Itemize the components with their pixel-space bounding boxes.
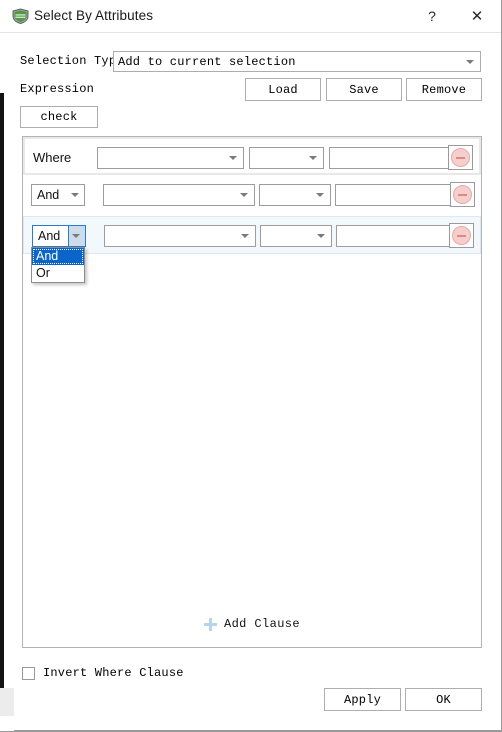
table-row[interactable]: Where	[23, 137, 481, 175]
select-by-attributes-icon	[12, 8, 29, 25]
add-clause-label: Add Clause	[223, 617, 300, 631]
clause-connector-value: And	[38, 229, 61, 243]
clause-value-dropdown[interactable]	[335, 184, 467, 206]
table-row[interactable]: And And Or	[23, 216, 481, 283]
clause-operator-dropdown[interactable]	[260, 225, 332, 247]
connector-dropdown-list[interactable]: And Or	[31, 247, 85, 283]
close-button[interactable]: ✕	[454, 0, 500, 31]
table-row[interactable]: And	[23, 176, 481, 214]
connector-dropdown-button[interactable]	[67, 185, 84, 205]
chevron-down-icon	[72, 234, 80, 238]
remove-clause-button[interactable]	[450, 182, 475, 207]
remove-clause-button[interactable]	[448, 145, 473, 170]
chevron-down-icon	[241, 234, 249, 238]
dropdown-option-or[interactable]: Or	[32, 265, 84, 282]
checkbox-box[interactable]	[22, 666, 35, 680]
clause-panel: Where And And And Or Add Clause	[22, 136, 482, 648]
load-button[interactable]: Load	[245, 78, 321, 101]
clause-field-dropdown[interactable]	[103, 184, 255, 206]
minus-circle-icon	[451, 148, 470, 167]
clause-connector-value: And	[37, 188, 60, 202]
window-bottom-edge	[14, 730, 501, 731]
selection-type-label: Selection Type	[20, 54, 124, 68]
remove-button[interactable]: Remove	[406, 78, 482, 101]
clause-field-dropdown[interactable]	[104, 225, 256, 247]
title-bar: Select By Attributes ? ✕	[0, 0, 501, 33]
minus-circle-icon	[452, 226, 471, 245]
window-left-gutter	[0, 93, 4, 688]
expression-label: Expression	[20, 82, 95, 96]
window-left-gutter-bottom	[0, 688, 14, 716]
chevron-down-icon	[316, 193, 324, 197]
add-clause-button[interactable]: Add Clause	[23, 617, 481, 631]
chevron-down-icon	[229, 156, 237, 160]
clause-connector-dropdown[interactable]: And	[32, 225, 86, 247]
chevron-down-icon	[240, 193, 248, 197]
clause-connector-label: Where	[33, 150, 72, 165]
check-button[interactable]: check	[20, 106, 98, 128]
chevron-down-icon	[309, 156, 317, 160]
clause-field-dropdown[interactable]	[97, 147, 244, 169]
help-button[interactable]: ?	[409, 0, 455, 31]
window-title: Select By Attributes	[34, 8, 154, 23]
minus-circle-icon	[453, 185, 472, 204]
invert-where-clause-checkbox[interactable]: Invert Where Clause	[22, 666, 184, 680]
dropdown-option-and[interactable]: And	[32, 248, 84, 265]
clause-operator-dropdown[interactable]	[249, 147, 324, 169]
selection-type-dropdown[interactable]: Add to current selection	[113, 51, 481, 72]
chevron-down-icon	[71, 193, 79, 197]
clause-connector-dropdown[interactable]: And	[31, 184, 85, 206]
clause-operator-dropdown[interactable]	[259, 184, 331, 206]
save-button[interactable]: Save	[326, 78, 402, 101]
plus-icon	[203, 617, 217, 631]
selection-type-value: Add to current selection	[118, 55, 296, 69]
chevron-down-icon	[466, 59, 474, 64]
invert-where-clause-label: Invert Where Clause	[43, 666, 184, 680]
apply-button[interactable]: Apply	[324, 688, 401, 711]
remove-clause-button[interactable]	[449, 223, 474, 248]
select-by-attributes-dialog: Select By Attributes ? ✕ Selection Type …	[0, 0, 502, 732]
connector-dropdown-button[interactable]	[68, 226, 85, 246]
chevron-down-icon	[317, 234, 325, 238]
ok-button[interactable]: OK	[405, 688, 482, 711]
